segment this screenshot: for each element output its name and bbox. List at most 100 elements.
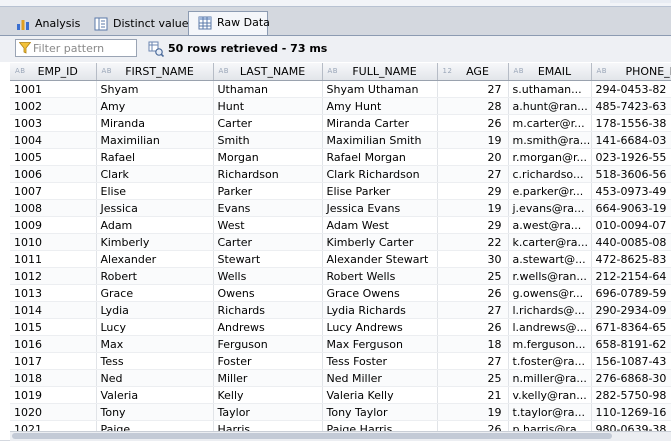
cell-emp-id[interactable]: 1012: [10, 268, 96, 285]
cell-full-name[interactable]: Elise Parker: [322, 183, 437, 200]
cell-emp-id[interactable]: 1011: [10, 251, 96, 268]
cell-full-name[interactable]: Amy Hunt: [322, 98, 437, 115]
cell-age[interactable]: 18: [437, 336, 508, 353]
cell-email[interactable]: r.wells@ran...: [508, 268, 591, 285]
cell-email[interactable]: l.andrews@...: [508, 319, 591, 336]
cell-first-name[interactable]: Jessica: [96, 200, 213, 217]
cell-emp-id[interactable]: 1017: [10, 353, 96, 370]
cell-last-name[interactable]: Evans: [213, 200, 322, 217]
cell-phone-nr[interactable]: 276-6868-30: [591, 370, 671, 387]
cell-age[interactable]: 29: [437, 183, 508, 200]
column-header-full-name[interactable]: ABFULL_NAME: [322, 63, 437, 81]
cell-first-name[interactable]: Grace: [96, 285, 213, 302]
cell-email[interactable]: c.richardso...: [508, 166, 591, 183]
cell-emp-id[interactable]: 1018: [10, 370, 96, 387]
cell-emp-id[interactable]: 1001: [10, 81, 96, 98]
cell-age[interactable]: 28: [437, 98, 508, 115]
cell-first-name[interactable]: Amy: [96, 98, 213, 115]
cell-email[interactable]: m.ferguson...: [508, 336, 591, 353]
cell-full-name[interactable]: Jessica Evans: [322, 200, 437, 217]
cell-first-name[interactable]: Ned: [96, 370, 213, 387]
cell-first-name[interactable]: Lucy: [96, 319, 213, 336]
cell-phone-nr[interactable]: 212-2154-64: [591, 268, 671, 285]
filter-input[interactable]: [33, 40, 133, 56]
table-row[interactable]: 1013GraceOwensGrace Owens26g.owens@r...6…: [10, 285, 671, 302]
cell-email[interactable]: r.morgan@r...: [508, 149, 591, 166]
column-header-phone-nr[interactable]: ABPHONE_NR: [591, 63, 671, 81]
cell-last-name[interactable]: Andrews: [213, 319, 322, 336]
cell-phone-nr[interactable]: 453-0973-49: [591, 183, 671, 200]
table-row[interactable]: 1016MaxFergusonMax Ferguson18m.ferguson.…: [10, 336, 671, 353]
horizontal-scrollbar[interactable]: [10, 431, 671, 441]
cell-age[interactable]: 19: [437, 200, 508, 217]
cell-age[interactable]: 26: [437, 319, 508, 336]
table-row[interactable]: 1003MirandaCarterMiranda Carter26m.carte…: [10, 115, 671, 132]
cell-emp-id[interactable]: 1007: [10, 183, 96, 200]
column-header-age[interactable]: 12AGE: [437, 63, 508, 81]
cell-email[interactable]: t.foster@ra...: [508, 353, 591, 370]
cell-full-name[interactable]: Alexander Stewart: [322, 251, 437, 268]
cell-last-name[interactable]: Stewart: [213, 251, 322, 268]
cell-last-name[interactable]: Foster: [213, 353, 322, 370]
cell-first-name[interactable]: Kimberly: [96, 234, 213, 251]
table-row[interactable]: 1009AdamWestAdam West29a.west@ra...010-0…: [10, 217, 671, 234]
cell-phone-nr[interactable]: 110-1269-16: [591, 404, 671, 421]
cell-emp-id[interactable]: 1006: [10, 166, 96, 183]
cell-first-name[interactable]: Clark: [96, 166, 213, 183]
cell-phone-nr[interactable]: 141-6684-03: [591, 132, 671, 149]
cell-phone-nr[interactable]: 696-0789-59: [591, 285, 671, 302]
table-row[interactable]: 1014LydiaRichardsLydia Richards27l.richa…: [10, 302, 671, 319]
cell-full-name[interactable]: Lucy Andrews: [322, 319, 437, 336]
tab-distinct-values[interactable]: Distinct values: [84, 12, 188, 34]
cell-phone-nr[interactable]: 485-7423-63: [591, 98, 671, 115]
cell-phone-nr[interactable]: 178-1556-38: [591, 115, 671, 132]
cell-phone-nr[interactable]: 658-8191-62: [591, 336, 671, 353]
cell-age[interactable]: 27: [437, 166, 508, 183]
cell-email[interactable]: a.stewart@...: [508, 251, 591, 268]
cell-last-name[interactable]: Hunt: [213, 98, 322, 115]
cell-first-name[interactable]: Miranda: [96, 115, 213, 132]
cell-age[interactable]: 25: [437, 268, 508, 285]
cell-last-name[interactable]: Kelly: [213, 387, 322, 404]
table-row[interactable]: 1002AmyHuntAmy Hunt28a.hunt@ran...485-74…: [10, 98, 671, 115]
cell-email[interactable]: t.taylor@ra...: [508, 404, 591, 421]
cell-phone-nr[interactable]: 156-1087-43: [591, 353, 671, 370]
cell-full-name[interactable]: Valeria Kelly: [322, 387, 437, 404]
cell-full-name[interactable]: Shyam Uthaman: [322, 81, 437, 98]
cell-first-name[interactable]: Elise: [96, 183, 213, 200]
tab-raw-data[interactable]: Raw Data: [188, 11, 268, 35]
cell-full-name[interactable]: Adam West: [322, 217, 437, 234]
cell-emp-id[interactable]: 1002: [10, 98, 96, 115]
cell-first-name[interactable]: Tony: [96, 404, 213, 421]
cell-emp-id[interactable]: 1015: [10, 319, 96, 336]
cell-emp-id[interactable]: 1014: [10, 302, 96, 319]
cell-email[interactable]: a.west@ra...: [508, 217, 591, 234]
cell-first-name[interactable]: Valeria: [96, 387, 213, 404]
cell-last-name[interactable]: Ferguson: [213, 336, 322, 353]
table-row[interactable]: 1015LucyAndrewsLucy Andrews26l.andrews@.…: [10, 319, 671, 336]
cell-age[interactable]: 27: [437, 353, 508, 370]
table-row[interactable]: 1001ShyamUthamanShyam Uthaman27s.uthaman…: [10, 81, 671, 98]
cell-last-name[interactable]: Richardson: [213, 166, 322, 183]
scrollbar-thumb[interactable]: [12, 433, 612, 439]
cell-first-name[interactable]: Tess: [96, 353, 213, 370]
cell-age[interactable]: 21: [437, 387, 508, 404]
cell-full-name[interactable]: Tess Foster: [322, 353, 437, 370]
cell-last-name[interactable]: Owens: [213, 285, 322, 302]
cell-age[interactable]: 30: [437, 251, 508, 268]
cell-full-name[interactable]: Grace Owens: [322, 285, 437, 302]
cell-last-name[interactable]: Richards: [213, 302, 322, 319]
cell-full-name[interactable]: Maximilian Smith: [322, 132, 437, 149]
cell-phone-nr[interactable]: 282-5750-98: [591, 387, 671, 404]
cell-last-name[interactable]: Smith: [213, 132, 322, 149]
cell-phone-nr[interactable]: 294-0453-82: [591, 81, 671, 98]
cell-emp-id[interactable]: 1008: [10, 200, 96, 217]
cell-emp-id[interactable]: 1013: [10, 285, 96, 302]
table-row[interactable]: 1010KimberlyCarterKimberly Carter22k.car…: [10, 234, 671, 251]
cell-age[interactable]: 26: [437, 285, 508, 302]
table-row[interactable]: 1011AlexanderStewartAlexander Stewart30a…: [10, 251, 671, 268]
cell-phone-nr[interactable]: 664-9063-19: [591, 200, 671, 217]
cell-first-name[interactable]: Robert: [96, 268, 213, 285]
tab-analysis[interactable]: Analysis: [6, 12, 76, 34]
cell-age[interactable]: 27: [437, 302, 508, 319]
